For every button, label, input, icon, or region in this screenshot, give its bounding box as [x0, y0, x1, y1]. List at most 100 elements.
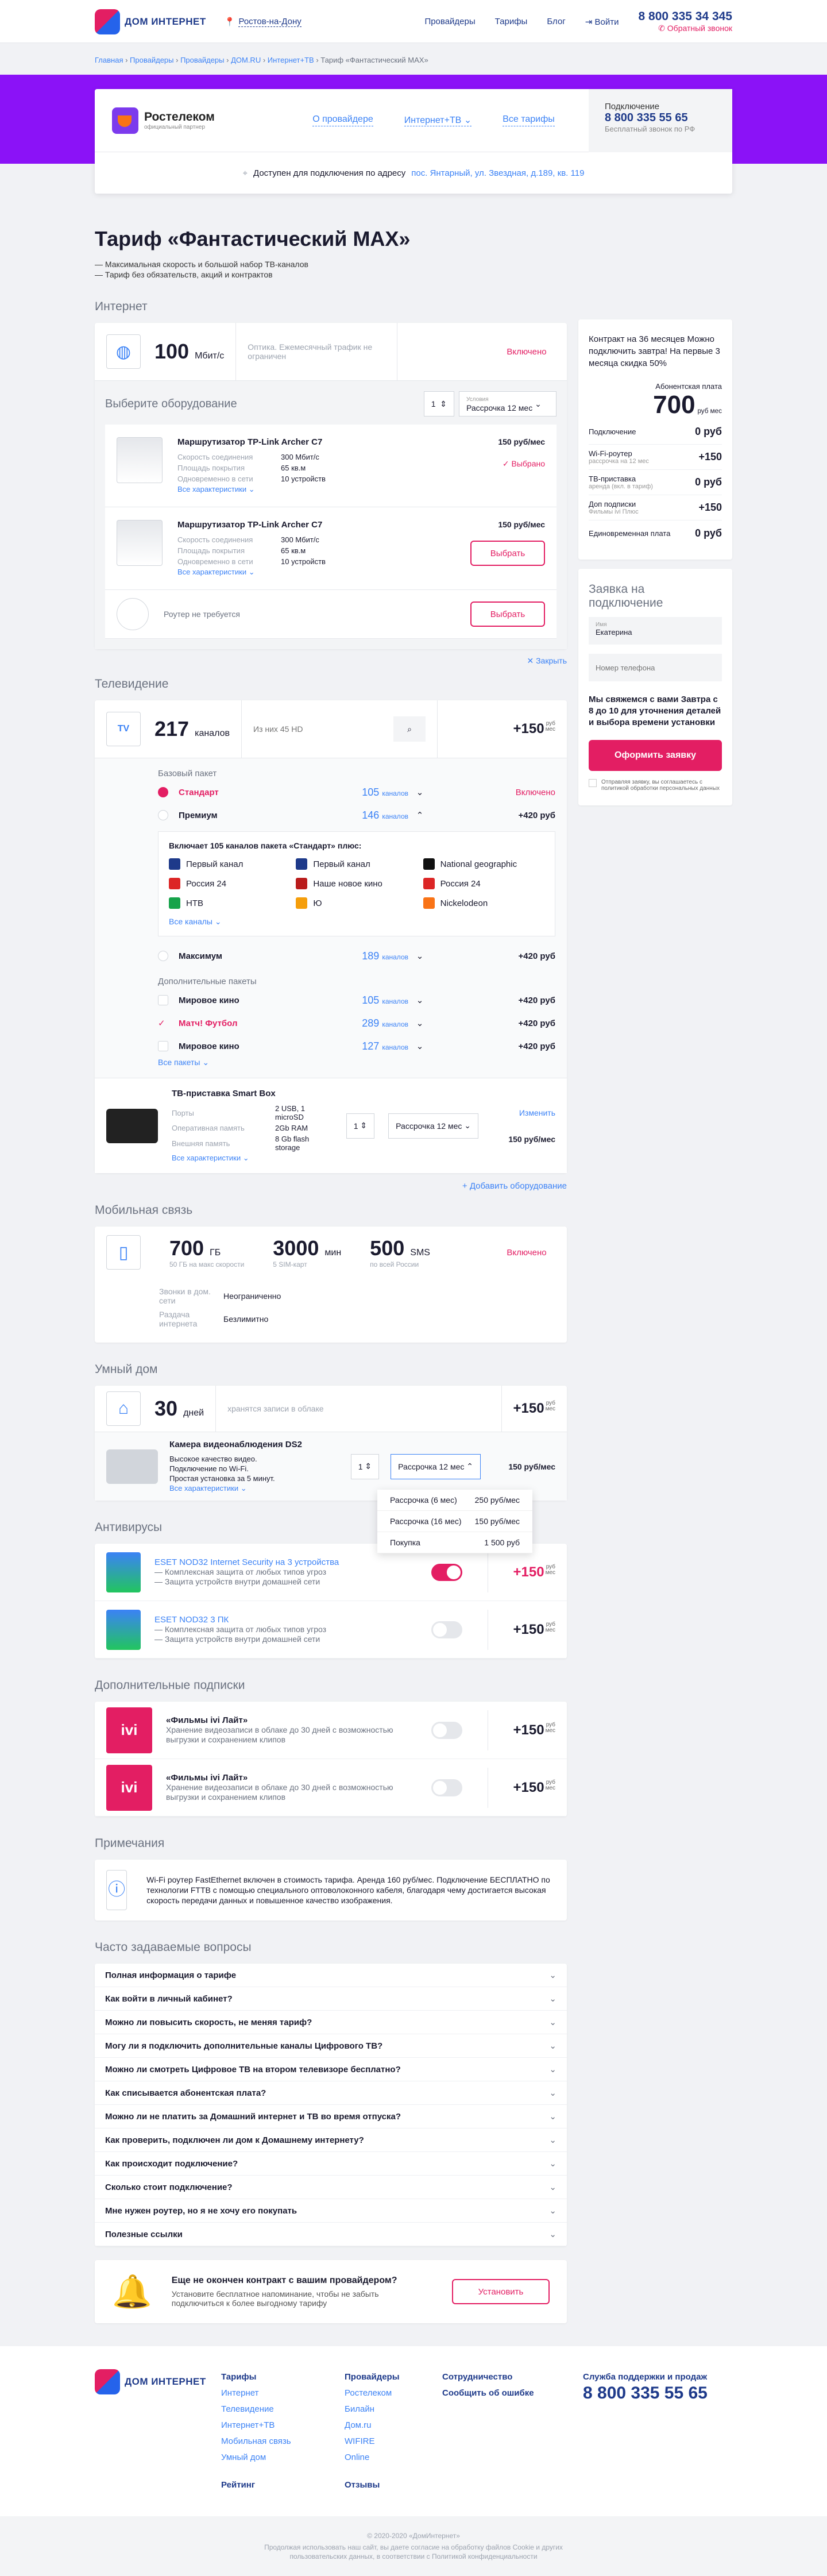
- faq-item[interactable]: Полезные ссылки ⌄: [95, 2223, 567, 2246]
- faq-item[interactable]: Можно ли повысить скорость, не меняя тар…: [95, 2011, 567, 2034]
- footer-link[interactable]: Умный дом: [221, 2450, 345, 2466]
- all-specs-link[interactable]: Все характеристики ⌄: [177, 485, 255, 493]
- crumb-inet-tv[interactable]: Интернет+ТВ: [268, 56, 314, 64]
- footer-link[interactable]: Билайн: [345, 2401, 442, 2417]
- nav-providers[interactable]: Провайдеры: [424, 17, 475, 26]
- crumb-domru[interactable]: ДОМ.RU: [231, 56, 261, 64]
- faq-item[interactable]: Можно ли не платить за Домашний интернет…: [95, 2105, 567, 2128]
- term-select-open[interactable]: Рассрочка 12 мес ⌃: [391, 1453, 481, 1479]
- about-provider-link[interactable]: О провайдере: [312, 114, 373, 126]
- add-equipment-link[interactable]: + Добавить оборудование: [95, 1173, 567, 1199]
- footer-link[interactable]: Телевидение: [221, 2401, 345, 2417]
- checkbox[interactable]: [158, 1041, 168, 1051]
- extra-package-row[interactable]: Мировое кино 105 каналов ⌄ +420 руб: [158, 989, 555, 1012]
- all-tariffs-link[interactable]: Все тарифы: [503, 114, 555, 126]
- extra-package-row[interactable]: Мировое кино 127 каналов ⌄ +420 руб: [158, 1035, 555, 1058]
- faq-item[interactable]: Как списывается абонентская плата? ⌄: [95, 2081, 567, 2105]
- quantity-stepper[interactable]: 1 ⇕: [350, 1453, 380, 1479]
- faq-item[interactable]: Мне нужен роутер, но я не хочу его покуп…: [95, 2199, 567, 2223]
- subscription-toggle[interactable]: [431, 1779, 462, 1796]
- package-row[interactable]: Стандарт 105 каналов ⌄ Включено: [158, 781, 555, 804]
- package-row[interactable]: Премиум 146 каналов ⌃ +420 руб: [158, 804, 555, 827]
- footer-link[interactable]: Интернет: [221, 2385, 345, 2401]
- faq-item[interactable]: Как происходит подключение? ⌄: [95, 2152, 567, 2176]
- faq-item[interactable]: Сколько стоит подключение? ⌄: [95, 2176, 567, 2199]
- change-stb-link[interactable]: Изменить: [519, 1108, 555, 1117]
- name-field[interactable]: Имя Екатерина: [589, 617, 722, 645]
- footer-link[interactable]: Online: [345, 2450, 442, 2466]
- faq-item[interactable]: Могу ли я подключить дополнительные кана…: [95, 2034, 567, 2058]
- quantity-stepper[interactable]: 1 ⇕: [346, 1113, 375, 1139]
- footer-logo[interactable]: ДОМ ИНТЕРНЕТ: [95, 2369, 221, 2394]
- close-equipment-link[interactable]: ✕ Закрыть: [95, 649, 567, 673]
- extra-package-row[interactable]: ✓ Матч! Футбол 289 каналов ⌄ +420 руб: [158, 1012, 555, 1035]
- faq-item[interactable]: Полная информация о тарифе ⌄: [95, 1964, 567, 1987]
- city-selector[interactable]: 📍 Ростов-на-Дону: [225, 17, 302, 27]
- term-option[interactable]: Рассрочка (6 мес) 250 руб/мес: [377, 1490, 532, 1511]
- all-packages-link[interactable]: Все пакеты ⌄: [158, 1058, 209, 1067]
- channel-search-input[interactable]: [253, 724, 380, 734]
- faq-item[interactable]: Как войти в личный кабинет? ⌄: [95, 1987, 567, 2011]
- submit-order-button[interactable]: Оформить заявку: [589, 740, 722, 771]
- footer-link[interactable]: Интернет+ТВ: [221, 2417, 345, 2434]
- chevron-down-icon[interactable]: ⌄: [408, 951, 431, 961]
- subscription-toggle[interactable]: [431, 1721, 462, 1739]
- quantity-stepper[interactable]: 1 ⇕: [423, 391, 454, 417]
- radio-checked[interactable]: [158, 787, 168, 797]
- crumb-home[interactable]: Главная: [95, 56, 123, 64]
- term-option[interactable]: Рассрочка (16 мес) 150 руб/мес: [377, 1511, 532, 1532]
- footer-col-title[interactable]: Тарифы: [221, 2369, 345, 2385]
- checkbox[interactable]: [158, 995, 168, 1005]
- footer-reviews[interactable]: Отзывы: [345, 2477, 442, 2493]
- term-select[interactable]: Условия Рассрочка 12 мес ⌄: [459, 391, 557, 417]
- callback-link[interactable]: ✆ Обратный звонок: [658, 24, 732, 33]
- call-phone[interactable]: 8 800 335 55 65: [605, 111, 716, 125]
- all-specs-link[interactable]: Все характеристики ⌄: [172, 1154, 249, 1162]
- chevron-down-icon[interactable]: ⌄: [408, 1018, 431, 1028]
- select-no-router-button[interactable]: Выбрать: [470, 601, 545, 627]
- antivirus-toggle[interactable]: [431, 1563, 462, 1581]
- footer-link[interactable]: Сообщить об ошибке: [442, 2385, 583, 2401]
- footer-link[interactable]: Дом.ru: [345, 2417, 442, 2434]
- footer-link[interactable]: Мобильная связь: [221, 2434, 345, 2450]
- crumb-providers[interactable]: Провайдеры: [130, 56, 173, 64]
- login-link[interactable]: ⇥ Войти: [585, 17, 619, 27]
- footer-link[interactable]: Ростелеком: [345, 2385, 442, 2401]
- phone-input[interactable]: [589, 654, 722, 681]
- chevron-down-icon[interactable]: ⌄: [408, 1041, 431, 1051]
- set-reminder-button[interactable]: Установить: [452, 2279, 550, 2304]
- all-channels-link[interactable]: Все каналы ⌄: [169, 917, 222, 926]
- radio-unchecked[interactable]: [158, 951, 168, 961]
- phone-number[interactable]: 8 800 335 34 345: [639, 10, 733, 24]
- radio-unchecked[interactable]: [158, 810, 168, 820]
- chevron-up-icon[interactable]: ⌃: [408, 810, 431, 820]
- antivirus-name[interactable]: ESET NOD32 3 ПК: [154, 1615, 418, 1625]
- chevron-down-icon[interactable]: ⌄: [408, 787, 431, 797]
- channel-item: Россия 24: [423, 878, 544, 889]
- crumb-providers-2[interactable]: Провайдеры: [180, 56, 224, 64]
- chevron-down-icon[interactable]: ⌄: [408, 995, 431, 1005]
- antivirus-name[interactable]: ESET NOD32 Internet Security на 3 устрой…: [154, 1557, 418, 1567]
- all-specs-link[interactable]: Все характеристики ⌄: [177, 568, 255, 576]
- footer-link[interactable]: WIFIRE: [345, 2434, 442, 2450]
- faq-item[interactable]: Можно ли смотреть Цифровое ТВ на втором …: [95, 2058, 567, 2081]
- nav-tariffs[interactable]: Тарифы: [495, 17, 528, 26]
- term-option[interactable]: Покупка 1 500 руб: [377, 1532, 532, 1553]
- antivirus-toggle[interactable]: [431, 1621, 462, 1638]
- faq-item[interactable]: Как проверить, подключен ли дом к Домашн…: [95, 2128, 567, 2152]
- select-router-button[interactable]: Выбрать: [470, 541, 545, 566]
- search-icon[interactable]: ⌕: [393, 716, 426, 742]
- footer-rating[interactable]: Рейтинг: [221, 2477, 345, 2493]
- package-row[interactable]: Максимум 189 каналов ⌄ +420 руб: [158, 944, 555, 967]
- eset-box-image: [106, 1609, 141, 1650]
- inet-tv-dropdown[interactable]: Интернет+ТВ ⌄: [404, 114, 472, 126]
- footer-link[interactable]: Сотрудничество: [442, 2369, 583, 2385]
- footer-col-title[interactable]: Провайдеры: [345, 2369, 442, 2385]
- all-specs-link[interactable]: Все характеристики ⌄: [169, 1484, 247, 1493]
- site-logo[interactable]: ДОМ ИНТЕРНЕТ: [95, 9, 206, 34]
- support-phone[interactable]: 8 800 335 55 65: [583, 2385, 708, 2402]
- agree-checkbox[interactable]: [589, 779, 597, 787]
- nav-blog[interactable]: Блог: [547, 17, 565, 26]
- term-select[interactable]: Рассрочка 12 мес ⌄: [388, 1113, 478, 1139]
- checkbox-checked[interactable]: ✓: [158, 1018, 168, 1028]
